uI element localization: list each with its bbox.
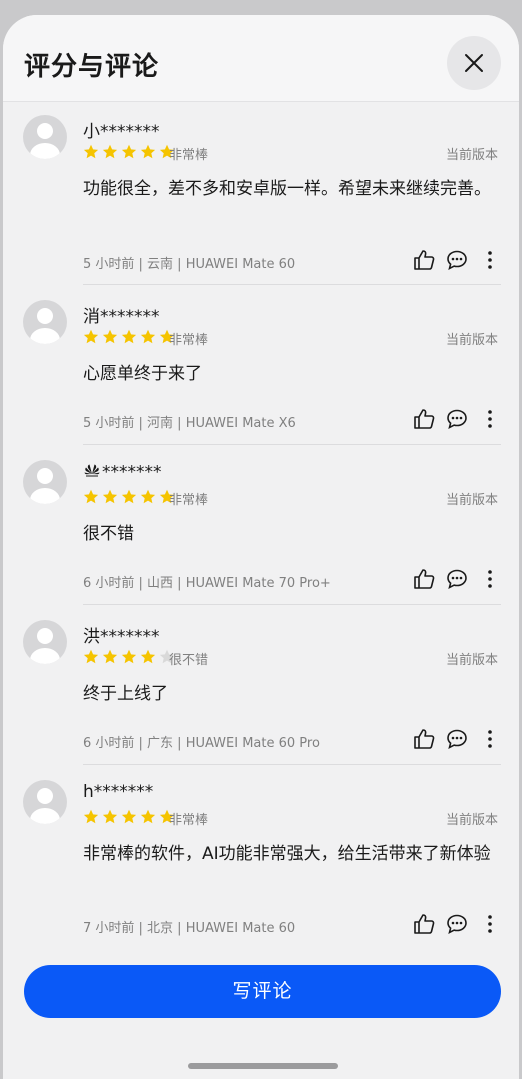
avatar — [23, 300, 67, 344]
more-vertical-icon — [488, 915, 492, 933]
divider — [83, 764, 501, 765]
star-rating — [83, 144, 178, 160]
review-content: 功能很全，差不多和安卓版一样。希望未来继续完善。 — [83, 179, 491, 199]
more-vertical-icon — [488, 730, 492, 748]
like-button[interactable] — [413, 728, 435, 754]
sheet-header: 评分与评论 — [3, 15, 519, 102]
version-label: 当前版本 — [445, 493, 498, 508]
rating-label: 非常棒 — [169, 148, 209, 163]
star-rating — [83, 649, 178, 665]
star-rating — [83, 489, 178, 505]
star-filled-icon — [121, 649, 137, 664]
reviewer-name: 小******* — [83, 122, 160, 142]
comment-icon — [447, 914, 467, 935]
thumbs-up-icon — [414, 409, 435, 429]
reviewer-name: h******* — [83, 782, 154, 802]
star-filled-icon — [140, 489, 156, 504]
close-icon — [465, 54, 483, 72]
star-filled-icon — [140, 329, 156, 344]
like-button[interactable] — [413, 249, 435, 275]
divider — [83, 604, 501, 605]
comment-button[interactable] — [446, 913, 468, 939]
review-meta: 5 小时前 | 云南 | HUAWEI Mate 60 — [83, 257, 296, 272]
rating-label: 非常棒 — [169, 333, 209, 348]
more-vertical-icon — [488, 410, 492, 428]
star-filled-icon — [102, 649, 118, 664]
more-button[interactable] — [480, 408, 500, 434]
divider — [83, 284, 501, 285]
thumbs-up-icon — [414, 250, 435, 270]
avatar — [23, 620, 67, 664]
star-rating — [83, 329, 178, 345]
star-filled-icon — [102, 809, 118, 824]
reviewer-name-text: ******* — [102, 462, 162, 483]
thumbs-up-icon — [414, 729, 435, 749]
review-meta: 5 小时前 | 河南 | HUAWEI Mate X6 — [83, 416, 296, 431]
like-button[interactable] — [413, 408, 435, 434]
star-filled-icon — [121, 489, 137, 504]
star-filled-icon — [83, 489, 99, 504]
star-filled-icon — [102, 329, 118, 344]
review-content: 心愿单终于来了 — [83, 364, 202, 384]
star-filled-icon — [140, 649, 156, 664]
avatar — [23, 780, 67, 824]
reviewer-name: 消******* — [83, 307, 160, 327]
star-filled-icon — [83, 809, 99, 824]
star-rating — [83, 809, 178, 825]
comment-button[interactable] — [446, 728, 468, 754]
more-button[interactable] — [480, 913, 500, 939]
close-button[interactable] — [447, 36, 501, 90]
reviewer-name: ******* — [83, 462, 162, 483]
review-content: 很不错 — [83, 524, 134, 544]
comment-icon — [447, 250, 467, 271]
version-label: 当前版本 — [445, 148, 498, 163]
version-label: 当前版本 — [445, 653, 498, 668]
star-filled-icon — [121, 144, 137, 159]
thumbs-up-icon — [414, 914, 435, 934]
rating-label: 很不错 — [169, 653, 209, 668]
star-filled-icon — [102, 489, 118, 504]
star-filled-icon — [83, 329, 99, 344]
star-filled-icon — [102, 144, 118, 159]
avatar — [23, 460, 67, 504]
more-button[interactable] — [480, 568, 500, 594]
rating-label: 非常棒 — [169, 493, 209, 508]
review-meta: 7 小时前 | 北京 | HUAWEI Mate 60 — [83, 921, 296, 936]
review-meta: 6 小时前 | 广东 | HUAWEI Mate 60 Pro — [83, 736, 320, 751]
star-filled-icon — [121, 329, 137, 344]
rating-label: 非常棒 — [169, 813, 209, 828]
star-filled-icon — [83, 649, 99, 664]
star-filled-icon — [140, 809, 156, 824]
comment-icon — [447, 569, 467, 590]
comment-button[interactable] — [446, 249, 468, 275]
review-meta: 6 小时前 | 山西 | HUAWEI Mate 70 Pro+ — [83, 576, 331, 591]
more-button[interactable] — [480, 249, 500, 275]
divider — [83, 444, 501, 445]
comment-icon — [447, 729, 467, 750]
comment-button[interactable] — [446, 408, 468, 434]
more-button[interactable] — [480, 728, 500, 754]
write-review-button[interactable]: 写评论 — [24, 965, 501, 1018]
like-button[interactable] — [413, 568, 435, 594]
avatar — [23, 115, 67, 159]
page-title: 评分与评论 — [24, 52, 160, 82]
reviewer-name: 洪******* — [83, 627, 160, 647]
more-vertical-icon — [488, 570, 492, 588]
comment-icon — [447, 409, 467, 430]
star-filled-icon — [83, 144, 99, 159]
home-indicator[interactable] — [188, 1063, 338, 1069]
star-filled-icon — [140, 144, 156, 159]
star-filled-icon — [121, 809, 137, 824]
reviews-sheet: 评分与评论 小******* 非常棒 当前版本 功能很全，差不多和安卓版一样。希… — [3, 15, 519, 1079]
review-content: 非常棒的软件，AI功能非常强大，给生活带来了新体验 — [83, 844, 491, 864]
thumbs-up-icon — [414, 569, 435, 589]
like-button[interactable] — [413, 913, 435, 939]
huawei-logo-icon — [83, 462, 101, 483]
comment-button[interactable] — [446, 568, 468, 594]
review-content: 终于上线了 — [83, 684, 168, 704]
more-vertical-icon — [488, 251, 492, 269]
version-label: 当前版本 — [445, 333, 498, 348]
version-label: 当前版本 — [445, 813, 498, 828]
